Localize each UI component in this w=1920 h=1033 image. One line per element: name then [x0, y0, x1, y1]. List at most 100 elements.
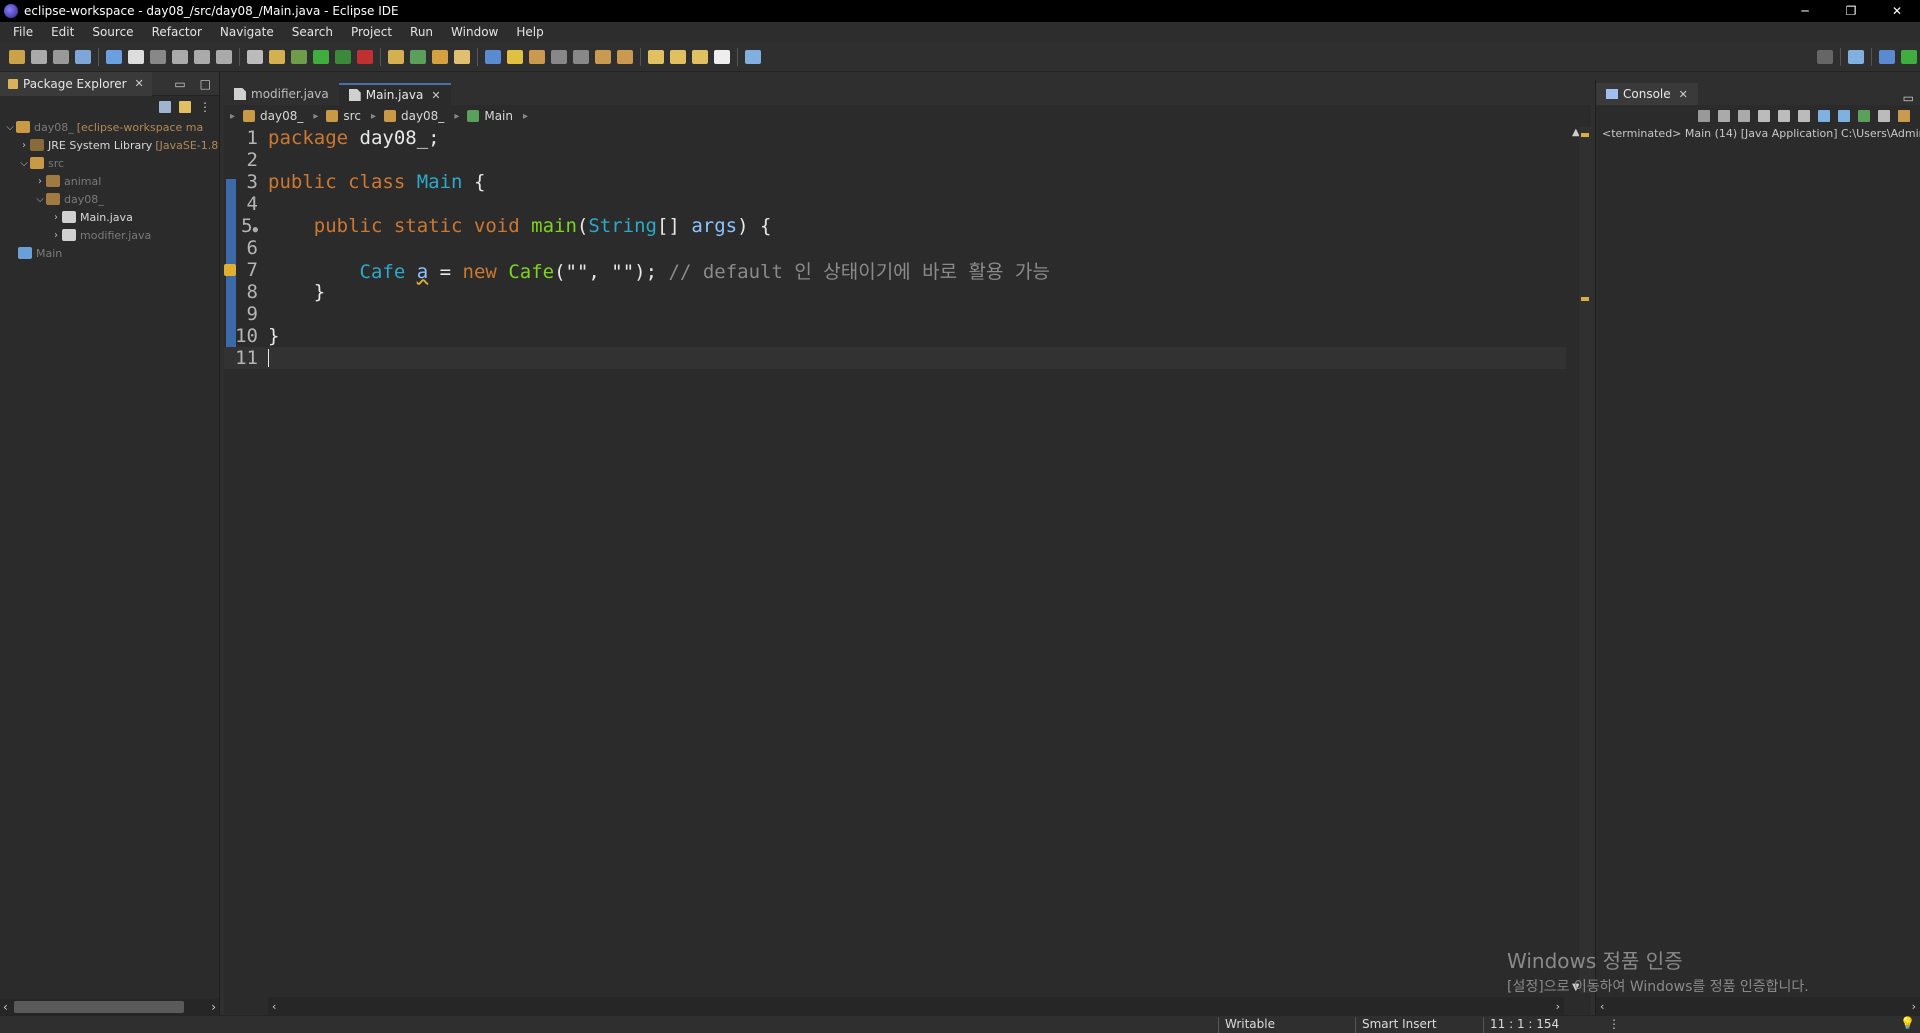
search-icon[interactable] — [1817, 49, 1833, 64]
save-icon[interactable] — [31, 49, 47, 64]
highlight-icon[interactable] — [507, 49, 523, 64]
editor-hscrollbar[interactable]: ‹ › — [268, 997, 1564, 1015]
close-icon[interactable]: ✕ — [431, 89, 440, 102]
chevron-down-icon[interactable]: ⌵ — [4, 122, 16, 133]
step-into-icon[interactable] — [172, 49, 188, 64]
paragraph-icon[interactable] — [573, 49, 589, 64]
minimize-view-icon[interactable]: ▭ — [1903, 91, 1914, 105]
scroll-left-icon[interactable]: ‹ — [1600, 1000, 1604, 1013]
run-icon[interactable] — [313, 49, 329, 64]
coverage-icon[interactable] — [335, 49, 351, 64]
tab-modifier-java[interactable]: modifier.java — [224, 83, 339, 105]
maximize-view-icon[interactable]: □ — [200, 77, 211, 91]
console-hscrollbar[interactable]: ‹ › — [1596, 997, 1920, 1015]
menu-run[interactable]: Run — [401, 25, 442, 39]
next-annotation-icon[interactable] — [595, 49, 611, 64]
menu-navigate[interactable]: Navigate — [211, 25, 283, 39]
package-explorer-hscrollbar[interactable]: ‹ › — [0, 999, 219, 1015]
skip-breakpoints-icon[interactable] — [247, 49, 263, 64]
overview-marker[interactable] — [1581, 133, 1589, 137]
open-console-icon[interactable] — [1898, 110, 1910, 122]
status-menu-icon[interactable]: ⋮ — [1608, 1017, 1620, 1031]
tree-item-jre[interactable]: › JRE System Library [JavaSE-1.8 — [0, 136, 219, 154]
open-type-icon[interactable] — [269, 49, 285, 64]
tree-item-main-launch[interactable]: Main — [0, 244, 219, 262]
minimize-button[interactable]: ─ — [1782, 0, 1828, 22]
step-return-icon[interactable] — [216, 49, 232, 64]
block-selection-icon[interactable] — [529, 49, 545, 64]
close-icon[interactable]: ✕ — [1679, 88, 1688, 101]
breadcrumb-project[interactable]: day08_ — [243, 109, 303, 123]
scroll-thumb[interactable] — [14, 1001, 184, 1013]
collapse-all-icon[interactable] — [159, 101, 171, 113]
tree-item-main-java[interactable]: › Main.java — [0, 208, 219, 226]
close-icon[interactable]: ✕ — [135, 77, 144, 90]
view-menu-icon[interactable]: ⋮ — [199, 100, 211, 114]
java-perspective-icon[interactable] — [1879, 49, 1895, 64]
resume-icon[interactable] — [106, 49, 122, 64]
tree-item-modifier-java[interactable]: › modifier.java — [0, 226, 219, 244]
open-perspective-icon[interactable] — [1848, 49, 1864, 64]
open-folder-icon[interactable] — [432, 49, 448, 64]
terminate-icon[interactable] — [1698, 110, 1710, 122]
suspend-icon[interactable] — [128, 49, 144, 64]
remove-all-icon[interactable] — [1738, 110, 1750, 122]
link-with-editor-icon[interactable] — [179, 101, 191, 113]
tree-item-day08-package[interactable]: ⌵ day08_ — [0, 190, 219, 208]
external-tools-icon[interactable] — [357, 49, 373, 64]
show-on-output-icon[interactable] — [1818, 110, 1830, 122]
save-all-icon[interactable] — [53, 49, 69, 64]
show-whitespace-icon[interactable] — [551, 49, 567, 64]
menu-window[interactable]: Window — [442, 25, 507, 39]
display-selected-console-icon[interactable] — [1878, 110, 1890, 122]
new-class-icon[interactable] — [410, 49, 426, 64]
scroll-right-icon[interactable]: › — [1556, 1000, 1560, 1013]
terminate-icon[interactable] — [150, 49, 166, 64]
menu-project[interactable]: Project — [342, 25, 401, 39]
new-java-project-icon[interactable] — [388, 49, 404, 64]
scroll-right-icon[interactable]: › — [1912, 1000, 1916, 1013]
code-editor[interactable]: 1 package day08_; 2 3 public class Main … — [224, 127, 1566, 993]
chevron-right-icon[interactable]: › — [18, 140, 30, 151]
toggle-mark-occurrences-icon[interactable] — [485, 49, 501, 64]
overview-ruler[interactable] — [1579, 127, 1591, 993]
scroll-right-icon[interactable]: › — [211, 1000, 216, 1014]
tree-item-project[interactable]: ⌵ day08_ [eclipse-workspace ma — [0, 118, 219, 136]
scroll-lock-icon[interactable] — [1778, 110, 1790, 122]
chevron-down-icon[interactable]: ⌵ — [18, 158, 30, 169]
menu-refactor[interactable]: Refactor — [143, 25, 211, 39]
menu-source[interactable]: Source — [83, 25, 142, 39]
tree-item-src[interactable]: ⌵ src — [0, 154, 219, 172]
tab-console[interactable]: Console ✕ — [1596, 83, 1698, 105]
debug-perspective-icon[interactable] — [1901, 49, 1917, 64]
previous-annotation-icon[interactable] — [617, 49, 633, 64]
clear-console-icon[interactable] — [1758, 110, 1770, 122]
debug-icon[interactable] — [291, 49, 307, 64]
lightbulb-icon[interactable]: 💡 — [1900, 1016, 1915, 1030]
close-button[interactable]: ✕ — [1874, 0, 1920, 22]
remove-launch-icon[interactable] — [1718, 110, 1730, 122]
tree-item-animal[interactable]: › animal — [0, 172, 219, 190]
back-icon[interactable] — [692, 49, 708, 64]
show-on-error-icon[interactable] — [1838, 110, 1850, 122]
word-wrap-icon[interactable] — [1798, 110, 1810, 122]
tab-package-explorer[interactable]: Package Explorer ✕ — [0, 71, 152, 96]
chevron-right-icon[interactable]: › — [34, 176, 46, 187]
pin-console-icon[interactable] — [1858, 110, 1870, 122]
warning-icon[interactable] — [224, 264, 236, 276]
console-output[interactable] — [1596, 160, 1920, 996]
menu-file[interactable]: File — [4, 25, 42, 39]
menu-edit[interactable]: Edit — [42, 25, 83, 39]
restore-button[interactable]: ❐ — [1828, 0, 1874, 22]
breadcrumb-src[interactable]: src — [326, 109, 361, 123]
search-tool-icon[interactable] — [454, 49, 470, 64]
chevron-down-icon[interactable]: ⌵ — [34, 194, 46, 205]
breadcrumb-package[interactable]: day08_ — [383, 109, 444, 123]
menu-help[interactable]: Help — [507, 25, 552, 39]
pin-editor-icon[interactable] — [745, 49, 761, 64]
chevron-right-icon[interactable]: › — [50, 230, 62, 241]
menu-search[interactable]: Search — [283, 25, 342, 39]
scroll-left-icon[interactable]: ‹ — [3, 1000, 8, 1014]
scroll-left-icon[interactable]: ‹ — [272, 1000, 276, 1013]
print-icon[interactable] — [75, 49, 91, 64]
